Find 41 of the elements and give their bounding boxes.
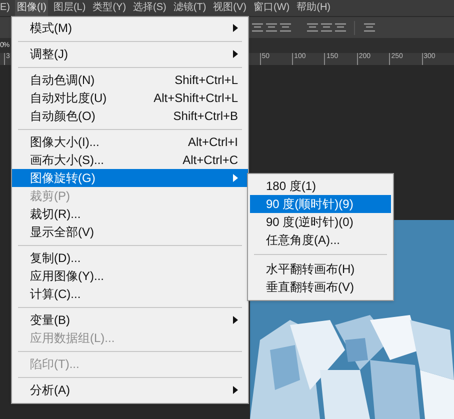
submenu-arrow-icon bbox=[233, 24, 238, 32]
menu-item[interactable]: 画布大小(S)... Alt+Ctrl+C bbox=[12, 151, 248, 169]
menu-bar-item[interactable]: 视图(V) bbox=[211, 0, 248, 16]
menu-bar-item[interactable]: 类型(Y) bbox=[90, 0, 128, 16]
menu-item[interactable]: 90 度(顺时针)(9) bbox=[250, 195, 391, 213]
menu-item[interactable]: 变量(B) bbox=[12, 311, 248, 329]
menu-item[interactable]: 裁切(R)... bbox=[12, 205, 248, 223]
align-icon[interactable] bbox=[364, 22, 375, 32]
submenu-arrow-icon bbox=[233, 386, 238, 394]
menu-bar-item[interactable]: 窗口(W) bbox=[252, 0, 292, 16]
align-icon[interactable] bbox=[321, 22, 332, 32]
menu-item[interactable]: 180 度(1) bbox=[250, 177, 391, 195]
align-icon[interactable] bbox=[266, 22, 277, 32]
menu-bar-item[interactable]: 滤镜(T) bbox=[171, 0, 208, 16]
submenu-arrow-icon bbox=[233, 316, 238, 324]
menu-bar-item[interactable]: 图层(L) bbox=[51, 0, 88, 16]
menu-item[interactable]: 图像旋转(G) bbox=[12, 169, 248, 187]
align-icon[interactable] bbox=[280, 22, 291, 32]
align-icon[interactable] bbox=[335, 22, 346, 32]
menu-item[interactable]: 自动颜色(O) Shift+Ctrl+B bbox=[12, 107, 248, 125]
menu-item[interactable]: 自动对比度(U) Alt+Shift+Ctrl+L bbox=[12, 89, 248, 107]
submenu-arrow-icon bbox=[233, 50, 238, 58]
menu-item[interactable]: 模式(M) bbox=[12, 19, 248, 37]
menu-item[interactable]: 任意角度(A)... bbox=[250, 231, 391, 249]
menu-item[interactable]: 复制(D)... bbox=[12, 249, 248, 267]
menu-item[interactable]: 计算(C)... bbox=[12, 285, 248, 303]
submenu-arrow-icon bbox=[233, 174, 238, 182]
menu-item[interactable]: 分析(A) bbox=[12, 381, 248, 399]
align-icon[interactable] bbox=[307, 22, 318, 32]
menu-item[interactable]: 水平翻转画布(H) bbox=[250, 260, 391, 278]
menu-item[interactable]: 应用图像(Y)... bbox=[12, 267, 248, 285]
menu-bar-item[interactable]: 帮助(H) bbox=[294, 0, 332, 16]
menu-bar-item[interactable]: E) bbox=[0, 0, 12, 16]
menu-bar-item[interactable]: 选择(S) bbox=[131, 0, 168, 16]
menu-item[interactable]: 90 度(逆时针)(0) bbox=[250, 213, 391, 231]
menu-item[interactable]: 自动色调(N) Shift+Ctrl+L bbox=[12, 71, 248, 89]
menu-bar-item[interactable]: 图像(I) bbox=[15, 0, 48, 16]
menu-item[interactable]: 图像大小(I)... Alt+Ctrl+I bbox=[12, 133, 248, 151]
align-icon[interactable] bbox=[252, 22, 263, 32]
menu-item[interactable]: 垂直翻转画布(V) bbox=[250, 278, 391, 296]
menu-item[interactable]: 显示全部(V) bbox=[12, 223, 248, 241]
